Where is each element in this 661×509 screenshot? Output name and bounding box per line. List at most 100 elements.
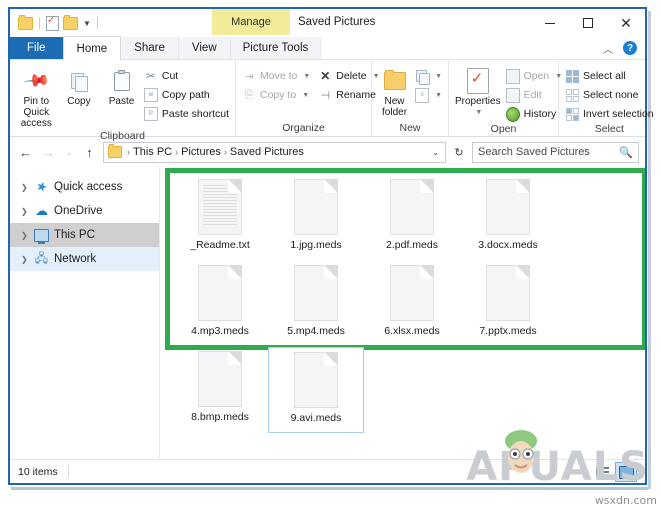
new-small-buttons: ▼ ≡ ▼: [415, 66, 442, 103]
invert-selection-button[interactable]: Invert selection: [565, 106, 654, 122]
chevron-down-icon[interactable]: ⌄: [430, 148, 441, 157]
chevron-right-icon[interactable]: ❯: [21, 183, 29, 192]
folder-icon[interactable]: [63, 14, 78, 30]
window-title: Saved Pictures: [298, 16, 376, 28]
chevron-right-icon[interactable]: ❯: [21, 207, 29, 216]
easy-access-button[interactable]: ≡ ▼: [415, 87, 442, 103]
back-button[interactable]: ←: [16, 141, 35, 163]
divider: [67, 465, 69, 478]
properties-button[interactable]: Properties ▼: [455, 66, 501, 116]
details-view-icon: [595, 467, 609, 477]
tab-file[interactable]: File: [10, 37, 63, 59]
tab-view[interactable]: View: [178, 37, 231, 59]
select-none-label: Select none: [583, 89, 639, 101]
paste-button[interactable]: Paste: [101, 66, 142, 107]
properties-icon[interactable]: [46, 14, 59, 31]
history-button[interactable]: History: [505, 106, 563, 122]
navigation-pane: ❯ ★ Quick access ❯ ☁ OneDrive ❯ This PC …: [10, 167, 160, 459]
new-folder-button[interactable]: New folder: [378, 66, 411, 118]
sidebar-item-onedrive[interactable]: ❯ ☁ OneDrive: [10, 199, 159, 223]
chevron-right-icon[interactable]: ❯: [21, 255, 29, 264]
file-list-pane[interactable]: _Readme.txt 1.jpg.meds 2.pdf.meds 3.docx…: [160, 167, 645, 459]
file-item[interactable]: _Readme.txt: [172, 175, 268, 261]
tab-strip-filler: ︿ ?: [321, 37, 645, 59]
select-all-icon: [565, 69, 579, 83]
manage-tab-label: Manage: [231, 16, 271, 28]
minimize-icon: [545, 22, 555, 24]
file-name: 7.pptx.meds: [479, 325, 537, 337]
breadcrumb-item-pictures[interactable]: Pictures: [181, 146, 221, 158]
paste-shortcut-button[interactable]: P Paste shortcut: [143, 106, 229, 122]
up-button[interactable]: ↑: [80, 141, 99, 163]
file-explorer-window: ▼ Manage Saved Pictures ✕ File Home Shar…: [8, 7, 654, 485]
file-name: 9.avi.meds: [290, 412, 342, 424]
help-icon[interactable]: ?: [623, 41, 637, 55]
chevron-right-icon[interactable]: ❯: [21, 231, 29, 240]
file-item-selected[interactable]: 9.avi.meds: [268, 347, 364, 433]
refresh-icon: ↻: [454, 146, 464, 159]
file-item[interactable]: 2.pdf.meds: [364, 175, 460, 261]
close-button[interactable]: ✕: [607, 9, 645, 37]
properties-icon: [466, 68, 489, 94]
invert-selection-label: Invert selection: [583, 108, 654, 120]
item-count-label: 10 items: [18, 465, 58, 478]
large-icons-view-button[interactable]: [615, 462, 637, 482]
select-none-button[interactable]: Select none: [565, 87, 654, 103]
copy-button[interactable]: Copy: [59, 66, 100, 107]
chevron-down-icon[interactable]: ▼: [475, 109, 482, 116]
manage-context-tab[interactable]: Manage: [212, 9, 290, 35]
maximize-button[interactable]: [569, 9, 607, 37]
recent-locations-button[interactable]: ⌄: [62, 141, 76, 163]
details-view-button[interactable]: [592, 463, 612, 481]
sidebar-item-quick-access[interactable]: ❯ ★ Quick access: [10, 175, 159, 199]
rename-button[interactable]: ⊣ Rename: [318, 87, 379, 103]
tab-picture-tools[interactable]: Picture Tools: [230, 37, 322, 59]
delete-label: Delete: [336, 70, 367, 82]
organize-move-copy: ⇥ Move to ▼ ⎘ Copy to ▼: [242, 66, 310, 103]
quick-access-toolbar: ▼: [10, 9, 100, 37]
select-all-label: Select all: [583, 70, 626, 82]
tab-share[interactable]: Share: [121, 37, 179, 59]
file-item[interactable]: 1.jpg.meds: [268, 175, 364, 261]
new-group-body: New folder ▼ ≡ ▼: [372, 62, 448, 121]
new-folder-label: New folder: [382, 96, 408, 118]
forward-button[interactable]: →: [39, 141, 58, 163]
new-item-button[interactable]: ▼: [415, 68, 442, 85]
copy-label: Copy: [67, 96, 91, 107]
move-to-button[interactable]: ⇥ Move to ▼: [242, 68, 310, 84]
breadcrumb-item-saved-pictures[interactable]: Saved Pictures: [230, 146, 304, 158]
pin-to-quick-access-button[interactable]: 📌 Pin to Quick access: [16, 66, 57, 129]
file-item[interactable]: 8.bmp.meds: [172, 347, 268, 433]
breadcrumb-item-this-pc[interactable]: This PC: [133, 146, 172, 158]
sidebar-item-network[interactable]: ❯ 🖧 Network: [10, 247, 159, 271]
file-item[interactable]: 6.xlsx.meds: [364, 261, 460, 347]
file-item[interactable]: 4.mp3.meds: [172, 261, 268, 347]
open-button[interactable]: Open ▼: [505, 68, 562, 84]
edit-button[interactable]: Edit: [505, 87, 563, 103]
minimize-button[interactable]: [531, 9, 569, 37]
cut-button[interactable]: ✂ Cut: [144, 68, 229, 84]
organize-delete-rename: ✕ Delete ▼ ⊣ Rename: [318, 66, 379, 103]
clipboard-group-label: Clipboard: [100, 130, 145, 142]
select-group-body: Select all Select none Invert selection: [559, 62, 660, 122]
copy-path-button[interactable]: w Copy path: [143, 87, 229, 103]
copy-to-label: Copy to: [260, 89, 297, 101]
chevron-down-icon[interactable]: ▼: [83, 19, 91, 28]
folder-icon[interactable]: [18, 14, 33, 30]
file-name: 2.pdf.meds: [386, 239, 438, 251]
sidebar-item-this-pc[interactable]: ❯ This PC: [10, 223, 159, 247]
tab-home[interactable]: Home: [62, 36, 122, 60]
breadcrumb[interactable]: › This PC › Pictures › Saved Pictures ⌄: [103, 141, 446, 163]
file-item[interactable]: 3.docx.meds: [460, 175, 556, 261]
file-item[interactable]: 5.mp4.meds: [268, 261, 364, 347]
search-input[interactable]: Search Saved Pictures 🔍: [472, 141, 639, 163]
file-item[interactable]: 7.pptx.meds: [460, 261, 556, 347]
refresh-button[interactable]: ↻: [450, 142, 468, 163]
select-none-icon: [565, 88, 579, 102]
sidebar-item-label: Network: [54, 253, 97, 265]
move-to-icon: ⇥: [244, 70, 254, 83]
delete-button[interactable]: ✕ Delete ▼: [318, 68, 379, 84]
collapse-ribbon-icon[interactable]: ︿: [603, 41, 613, 56]
copy-to-button[interactable]: ⎘ Copy to ▼: [242, 87, 310, 103]
select-all-button[interactable]: Select all: [565, 68, 654, 84]
